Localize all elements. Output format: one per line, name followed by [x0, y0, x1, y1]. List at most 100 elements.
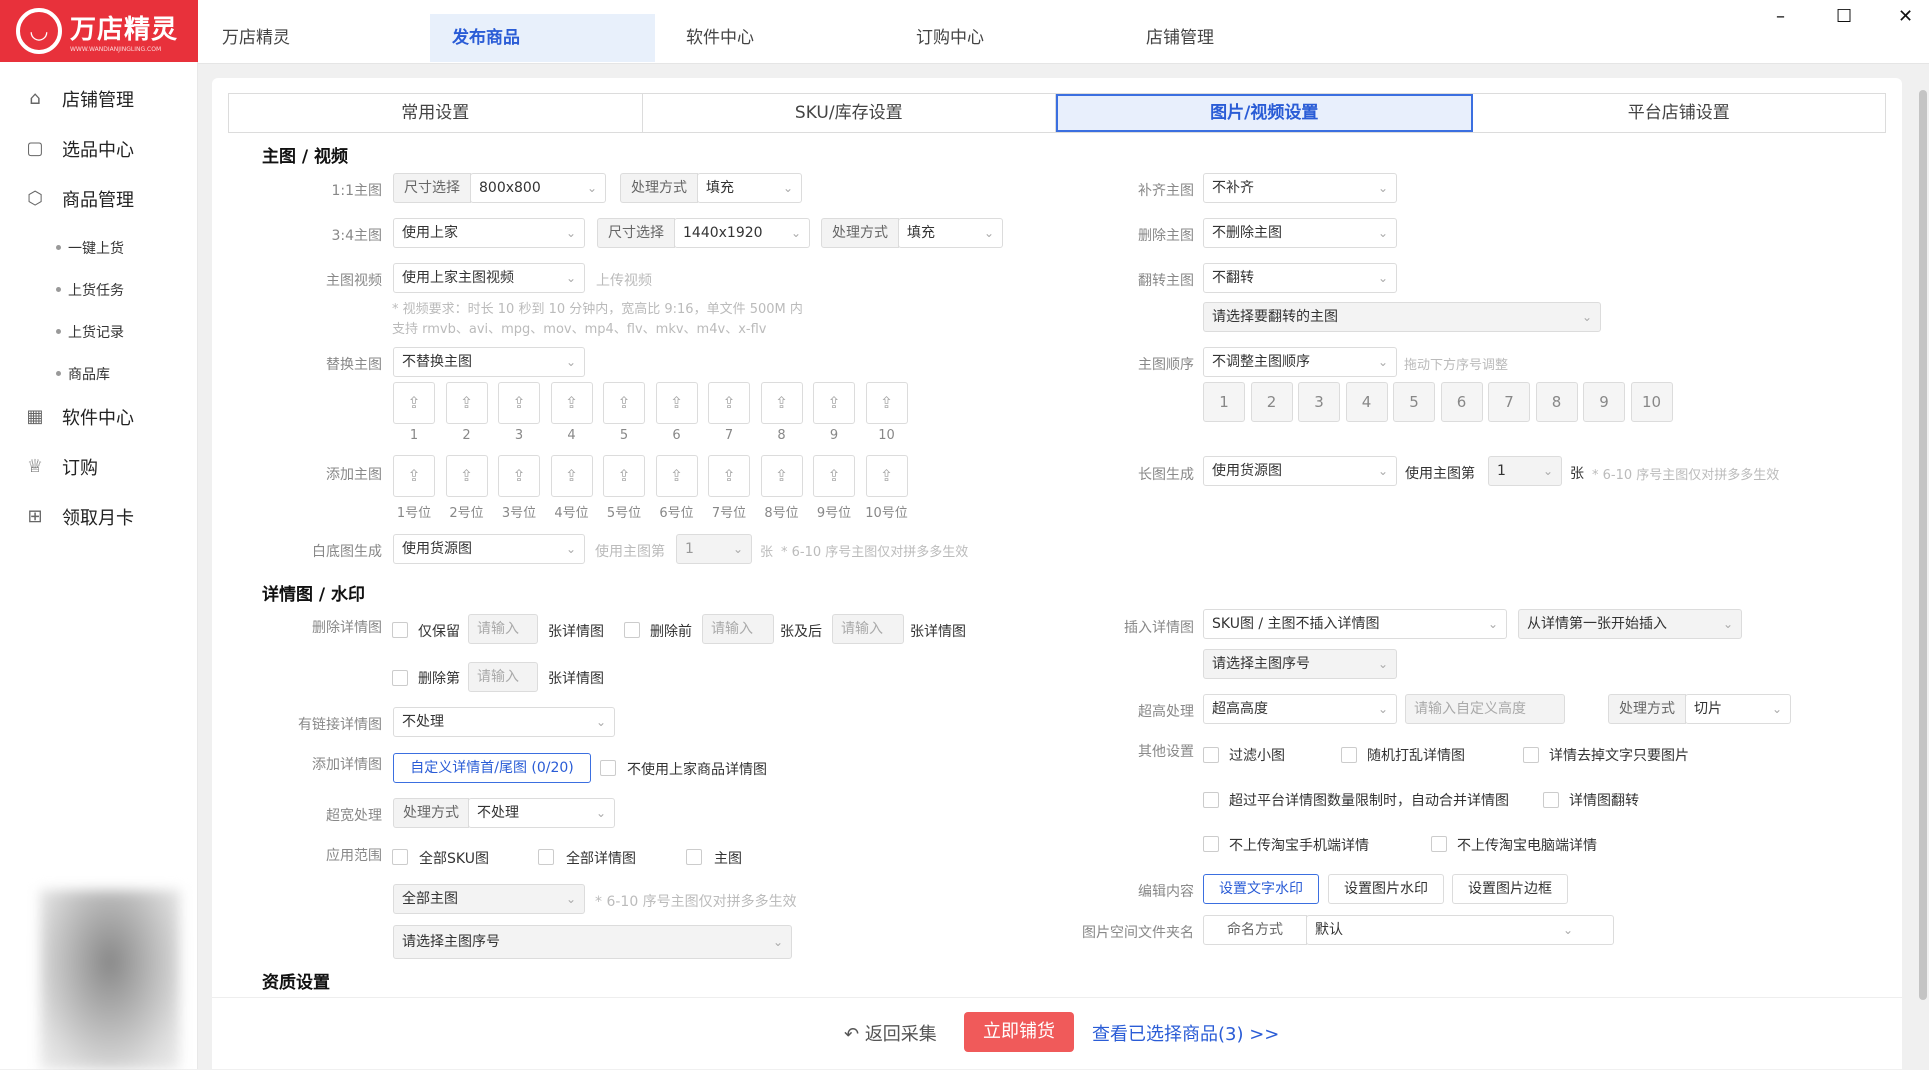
sidebar-sub-record[interactable]: 上货记录 [56, 322, 124, 342]
upload-icon[interactable]: ⇪ [550, 382, 593, 424]
tab-common[interactable]: 常用设置 [229, 94, 643, 132]
sidebar-sub-task[interactable]: 上货任务 [56, 280, 124, 300]
top-tab-wandian[interactable]: 万店精灵 [222, 14, 362, 62]
order-number-button[interactable]: 5 [1393, 382, 1435, 422]
tab-image-video[interactable]: 图片/视频设置 [1056, 94, 1473, 132]
minimize-icon[interactable]: – [1776, 6, 1785, 27]
upload-icon[interactable]: ⇪ [760, 455, 803, 497]
fill-select[interactable]: 不补齐 ⌄ [1203, 173, 1397, 203]
merge-checkbox[interactable] [1203, 792, 1219, 808]
top-tab-publish[interactable]: 发布商品 [430, 14, 655, 62]
upload-icon[interactable]: ⇪ [393, 382, 435, 424]
top-tab-order[interactable]: 订购中心 [916, 14, 1056, 62]
sidebar-item-shop[interactable]: ⌂ 店铺管理 [24, 86, 134, 112]
video-select[interactable]: 使用上家主图视频 ⌄ [393, 263, 585, 293]
flip-select[interactable]: 不翻转 ⌄ [1203, 263, 1397, 293]
sidebar-item-software[interactable]: ▦ 软件中心 [24, 404, 134, 430]
upload-icon[interactable]: ⇪ [760, 382, 803, 424]
top-tab-shop[interactable]: 店铺管理 [1146, 14, 1286, 62]
replace-select[interactable]: 不替换主图 ⌄ [393, 347, 585, 377]
upload-icon[interactable]: ⇪ [393, 455, 435, 497]
name-mode-select[interactable]: 默认 ⌄ [1306, 915, 1614, 945]
order-select[interactable]: 不调整主图顺序 ⌄ [1203, 347, 1397, 377]
insert-from-select[interactable]: 从详情第一张开始插入 ⌄ [1518, 609, 1742, 639]
upload-icon[interactable]: ⇪ [708, 382, 750, 424]
close-icon[interactable]: ✕ [1898, 6, 1913, 27]
no-use-sup-det-checkbox[interactable] [600, 760, 616, 776]
upload-icon[interactable]: ⇪ [865, 382, 908, 424]
link-select[interactable]: 不处理 ⌄ [393, 707, 615, 737]
upload-icon[interactable]: ⇪ [603, 455, 645, 497]
proc-select-34[interactable]: 填充 ⌄ [898, 218, 1003, 248]
tab-sku[interactable]: SKU/库存设置 [643, 94, 1056, 132]
upload-icon[interactable]: ⇪ [550, 455, 593, 497]
order-number-button[interactable]: 8 [1535, 382, 1578, 422]
maximize-icon[interactable]: ☐ [1836, 6, 1852, 27]
wide-select[interactable]: 不处理 ⌄ [468, 798, 615, 828]
all-main-select[interactable]: 全部主图 ⌄ [393, 884, 585, 914]
no-pc-checkbox[interactable] [1431, 836, 1447, 852]
upload-icon[interactable]: ⇪ [655, 455, 698, 497]
border-button[interactable]: 设置图片边框 [1452, 874, 1568, 904]
only-keep-checkbox[interactable] [392, 622, 408, 638]
order-number-button[interactable]: 7 [1488, 382, 1530, 422]
order-number-button[interactable]: 4 [1345, 382, 1388, 422]
order-number-button[interactable]: 3 [1298, 382, 1340, 422]
long-n-select[interactable]: 1 ⌄ [1488, 456, 1562, 486]
upload-icon[interactable]: ⇪ [498, 382, 540, 424]
publish-now-button[interactable]: 立即铺货 [964, 1012, 1074, 1052]
upload-icon[interactable]: ⇪ [708, 455, 750, 497]
top-tab-software[interactable]: 软件中心 [686, 14, 826, 62]
all-det-checkbox[interactable] [538, 849, 554, 865]
filter-small-checkbox[interactable] [1203, 747, 1219, 763]
upload-icon[interactable]: ⇪ [813, 455, 855, 497]
proc-select-11[interactable]: 填充 ⌄ [697, 173, 802, 203]
only-pic-checkbox[interactable] [1523, 747, 1539, 763]
order-number-button[interactable]: 9 [1583, 382, 1625, 422]
back-button[interactable]: ↶ 返回采集 [844, 1020, 937, 1046]
del-nth-input[interactable]: 请输入 [468, 662, 538, 692]
order-number-button[interactable]: 10 [1630, 382, 1673, 422]
sidebar-item-subscribe[interactable]: ♕ 订购 [24, 454, 98, 480]
long-select[interactable]: 使用货源图 ⌄ [1203, 456, 1397, 486]
scrollbar[interactable] [1915, 72, 1929, 1069]
tall-proc-select[interactable]: 切片 ⌄ [1685, 694, 1791, 724]
sidebar-item-monthcard[interactable]: ⊞ 领取月卡 [24, 504, 134, 530]
del-select[interactable]: 不删除主图 ⌄ [1203, 218, 1397, 248]
size-select-34[interactable]: 1440x1920 ⌄ [674, 218, 810, 248]
main-no-select[interactable]: 请选择主图序号 ⌄ [1203, 649, 1397, 679]
upload-icon[interactable]: ⇪ [655, 382, 698, 424]
order-number-button[interactable]: 1 [1203, 382, 1245, 422]
text-watermark-button[interactable]: 设置文字水印 [1203, 874, 1319, 904]
upload-icon[interactable]: ⇪ [813, 382, 855, 424]
pick-main-no-select[interactable]: 请选择主图序号 ⌄ [393, 925, 792, 959]
upload-icon[interactable]: ⇪ [445, 382, 488, 424]
tall-select[interactable]: 超高高度 ⌄ [1203, 694, 1397, 724]
size-select-11[interactable]: 800x800 ⌄ [470, 173, 606, 203]
white-select[interactable]: 使用货源图 ⌄ [393, 534, 585, 564]
insert-select[interactable]: SKU图 / 主图不插入详情图 ⌄ [1203, 609, 1507, 639]
view-selected-link[interactable]: 查看已选择商品(3) >> [1092, 1020, 1279, 1046]
flip-det-checkbox[interactable] [1543, 792, 1559, 808]
all-sku-checkbox[interactable] [392, 849, 408, 865]
pic-watermark-button[interactable]: 设置图片水印 [1328, 874, 1444, 904]
select-34-source[interactable]: 使用上家 ⌄ [393, 218, 585, 248]
tall-height-input[interactable]: 请输入自定义高度 [1405, 694, 1565, 724]
no-mobile-checkbox[interactable] [1203, 836, 1219, 852]
upload-icon[interactable]: ⇪ [603, 382, 645, 424]
upload-icon[interactable]: ⇪ [498, 455, 540, 497]
del-front-input[interactable]: 请输入 [702, 614, 774, 644]
custom-head-button[interactable]: 自定义详情首/尾图 (0/20) [393, 753, 591, 783]
sidebar-sub-onekey[interactable]: 一键上货 [56, 238, 124, 258]
tab-platform[interactable]: 平台店铺设置 [1473, 94, 1886, 132]
only-keep-input[interactable]: 请输入 [468, 614, 538, 644]
main-checkbox[interactable] [686, 849, 702, 865]
flip-pick-select[interactable]: 请选择要翻转的主图 ⌄ [1203, 302, 1601, 332]
sidebar-item-select[interactable]: ▢ 选品中心 [24, 136, 134, 162]
scrollbar-thumb[interactable] [1919, 90, 1927, 1000]
order-number-button[interactable]: 2 [1250, 382, 1293, 422]
del-after-input[interactable]: 请输入 [832, 614, 904, 644]
random-checkbox[interactable] [1341, 747, 1357, 763]
upload-video-link[interactable]: 上传视频 [596, 270, 652, 290]
white-n-select[interactable]: 1 ⌄ [676, 534, 752, 564]
